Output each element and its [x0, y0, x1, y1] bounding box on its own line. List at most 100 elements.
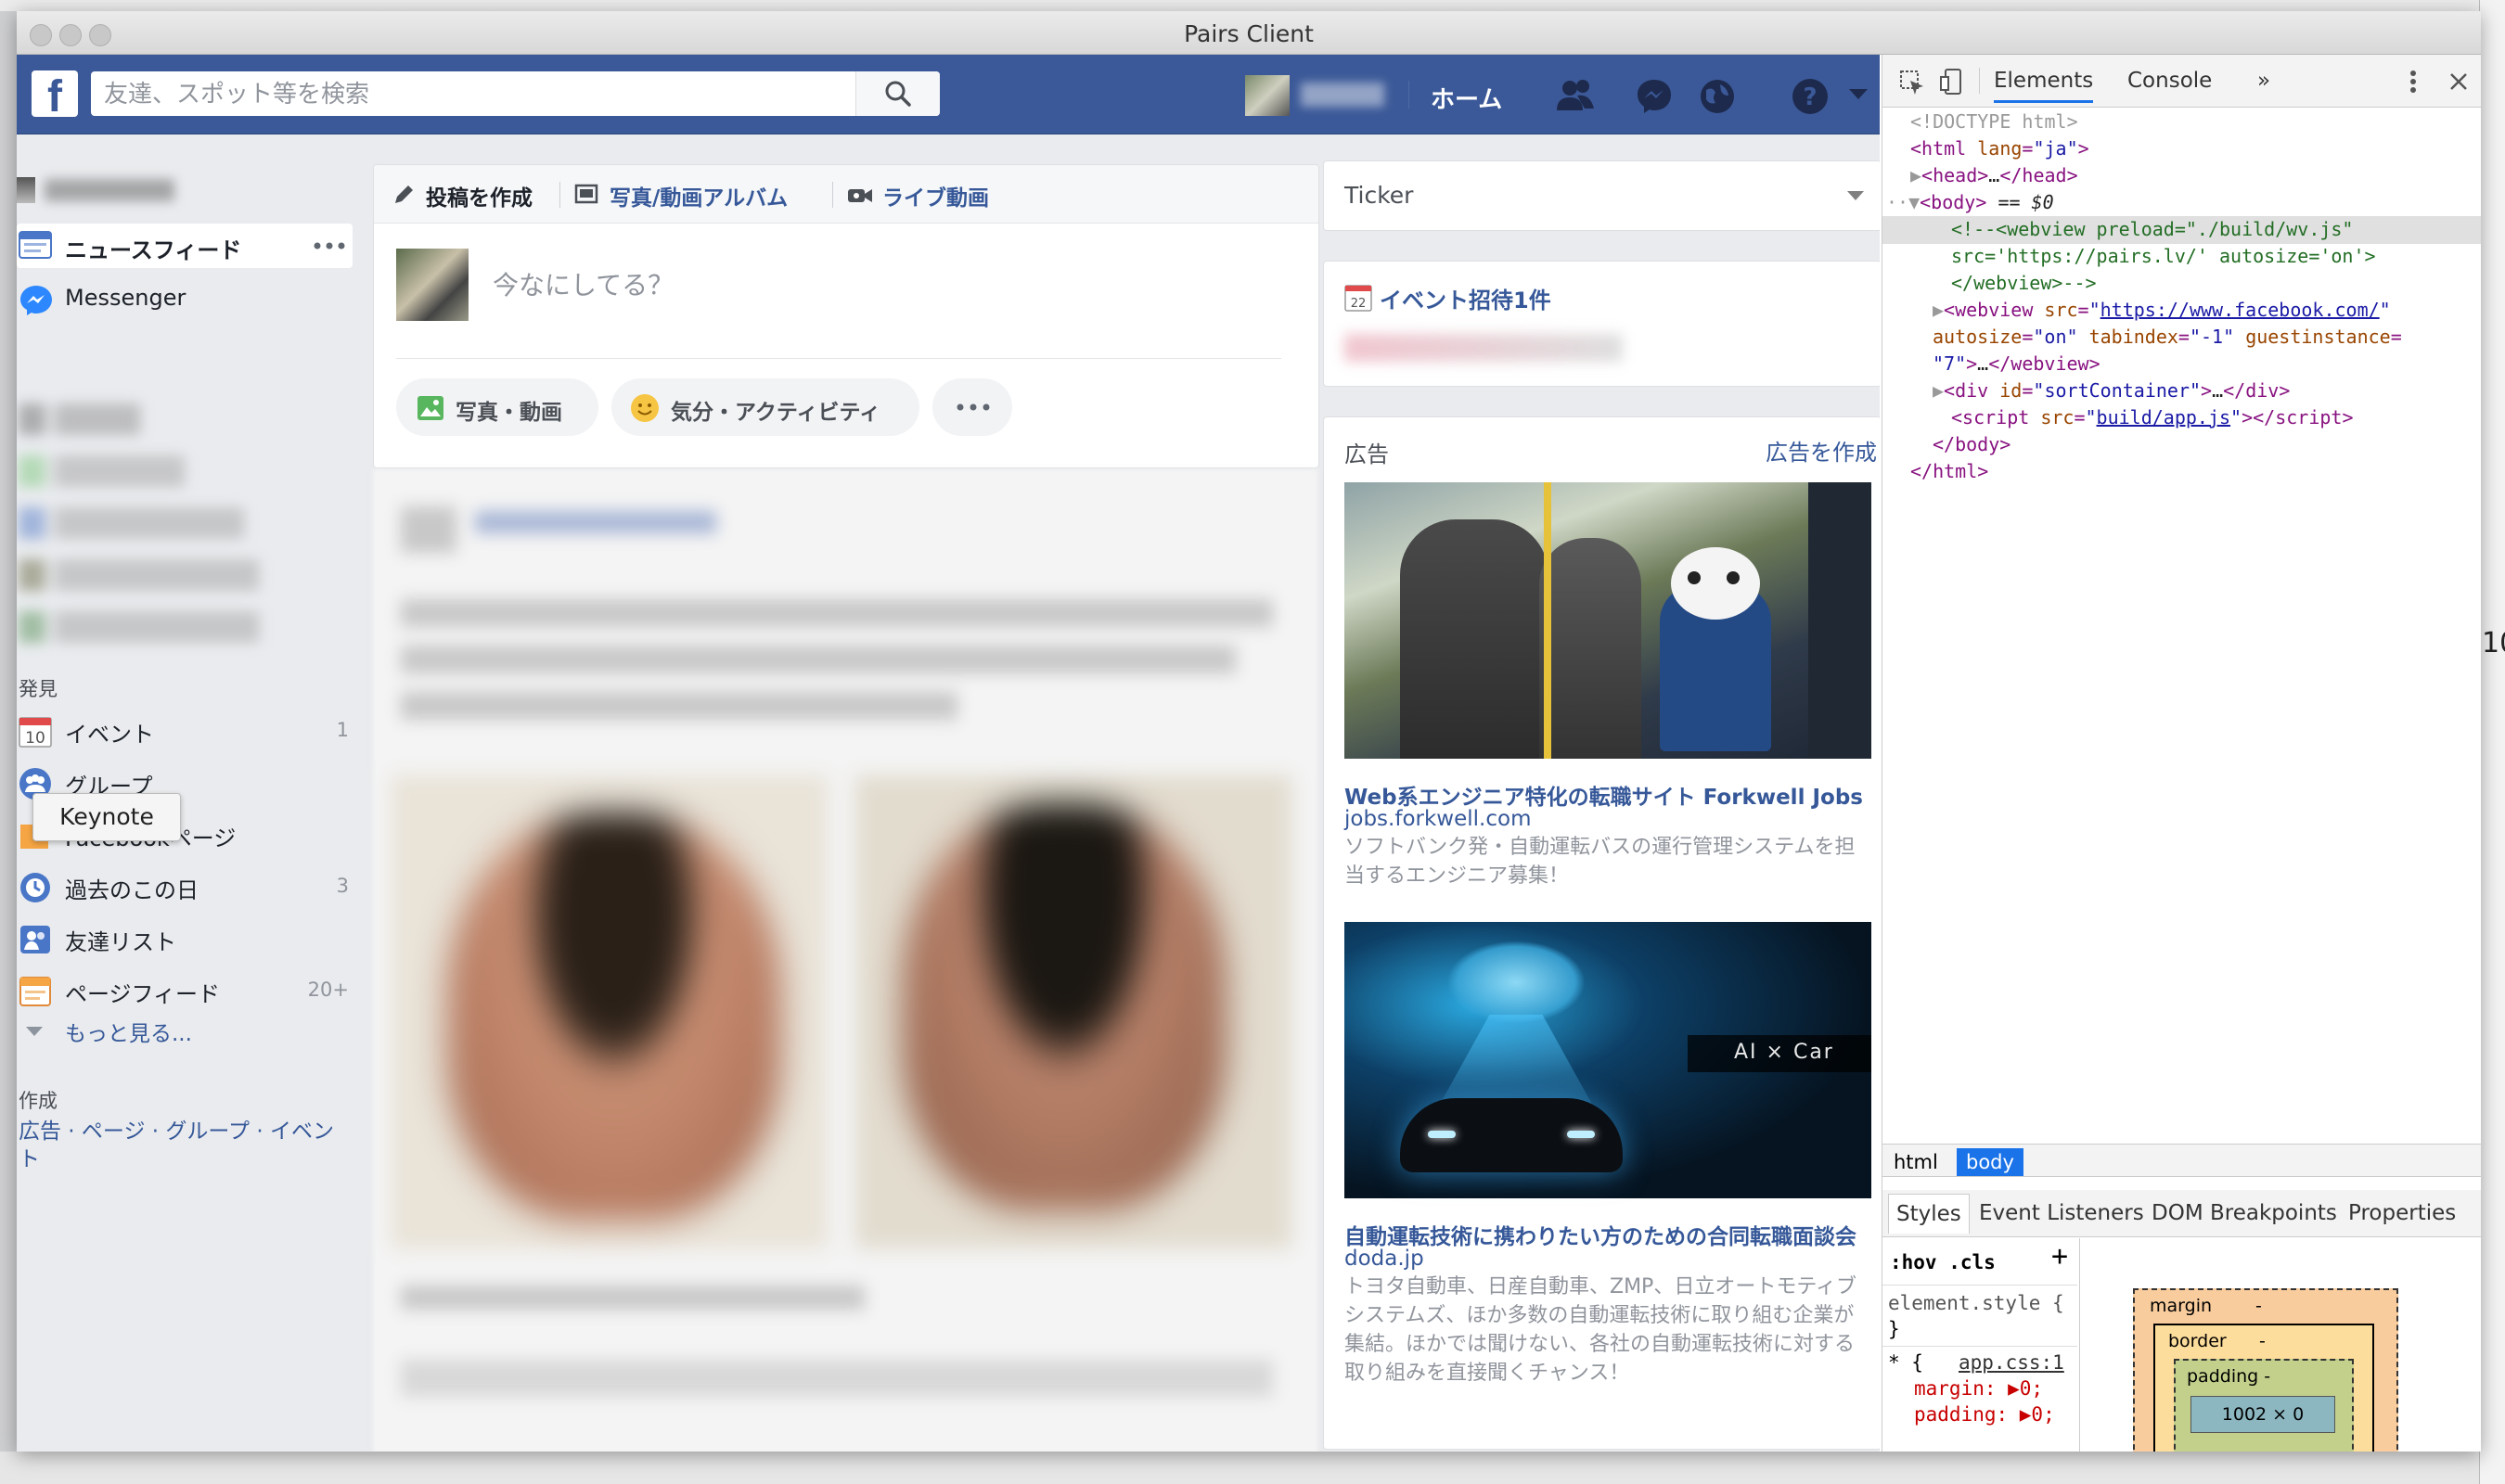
user-avatar-small[interactable] — [17, 177, 35, 203]
search-button[interactable] — [855, 71, 940, 116]
help-icon[interactable]: ? — [1791, 77, 1830, 116]
device-toolbar-icon[interactable] — [1940, 68, 1966, 96]
user-name-blurred[interactable] — [45, 179, 174, 201]
create-links[interactable]: 広告 · ページ · グループ · イベント — [19, 1118, 353, 1173]
friend-requests-icon[interactable] — [1553, 77, 1598, 114]
webview-src-link[interactable]: https://www.facebook.com/ — [2100, 299, 2380, 321]
post-author-avatar — [401, 506, 456, 553]
see-more-link[interactable]: もっと見る... — [65, 1016, 192, 1047]
dom-node-sort-container[interactable]: ▶<div id="sortContainer">…</div> — [1933, 377, 2290, 404]
nav-item-pages-feed[interactable]: ページフィード 20+ — [17, 967, 353, 1012]
facebook-logo[interactable]: f — [32, 70, 78, 117]
headlight — [1428, 1131, 1456, 1138]
blurred-shortcut[interactable] — [19, 455, 315, 487]
tab-dom-breakpoints[interactable]: DOM Breakpoints — [2152, 1201, 2337, 1225]
dom-node-webview[interactable]: ▶<webview src="https://www.facebook.com/… — [1933, 297, 2391, 324]
css-prop-margin[interactable]: margin: ▶0; — [1914, 1375, 2043, 1401]
dom-node-body-close[interactable]: </body> — [1933, 431, 2010, 458]
box-margin-value: - — [2255, 1296, 2262, 1316]
blurred-shortcut[interactable] — [19, 507, 315, 539]
styles-filter-options[interactable]: :hov .cls — [1890, 1249, 1996, 1275]
create-ad-link[interactable]: 広告を作成 — [1766, 434, 1877, 467]
nav-item-on-this-day[interactable]: 過去のこの日 3 — [17, 864, 353, 908]
script-src-link[interactable]: build/app.js — [2097, 406, 2231, 429]
nav-item-events[interactable]: 10 イベント 1 — [17, 708, 353, 752]
ad-description[interactable]: トヨタ自動車、日産自動車、ZMP、日立オートモティブシステムズ、ほか多数の自動運… — [1344, 1273, 1873, 1388]
more-options-icon[interactable] — [314, 242, 345, 249]
chevron-down-icon[interactable] — [1848, 88, 1869, 101]
app-window: Pairs Client f ホーム — [17, 11, 2481, 1452]
post-actions — [401, 1360, 1273, 1397]
breadcrumb-body[interactable]: body — [1957, 1148, 2023, 1176]
add-rule-icon[interactable]: + — [2051, 1243, 2068, 1271]
composer-divider — [396, 358, 1281, 359]
ad-image-robot-bus[interactable] — [1344, 482, 1871, 759]
tab-styles[interactable]: Styles — [1888, 1194, 1970, 1234]
blurred-shortcut[interactable] — [19, 403, 315, 435]
styles-tabs: Styles Event Listeners DOM Breakpoints P… — [1882, 1190, 2481, 1237]
ad-domain[interactable]: doda.jp — [1344, 1247, 1424, 1271]
ad-title[interactable]: Web系エンジニア特化の転職サイト Forkwell Jobs — [1344, 779, 1873, 811]
blurred-shortcut[interactable] — [19, 611, 315, 643]
ticker-box[interactable]: Ticker — [1323, 160, 1880, 231]
ad-description[interactable]: ソフトバンク発・自動運転バスの運行管理システムを担当するエンジニア募集！ — [1344, 833, 1873, 890]
feed-post-blurred[interactable] — [373, 469, 1317, 1452]
status-input[interactable]: 今なにしてる？ — [493, 265, 674, 302]
tab-elements[interactable]: Elements — [1994, 69, 2094, 103]
search-input[interactable] — [91, 71, 867, 118]
doctype-line[interactable]: <!DOCTYPE html> — [1910, 109, 2078, 135]
dom-comment-line[interactable]: <!--<webview preload="./build/wv.js" — [1951, 216, 2353, 243]
box-content-size[interactable]: 1002 × 0 — [2190, 1396, 2335, 1433]
facebook-top-bar: f ホーム — [17, 55, 1880, 134]
desktop-right-edge: 10 — [2479, 0, 2505, 1484]
box-padding-label: padding - — [2187, 1366, 2271, 1387]
tab-live-video[interactable]: ライブ動画 — [882, 180, 989, 211]
nav-item-friend-lists[interactable]: 友達リスト — [17, 915, 353, 960]
nav-item-news-feed[interactable]: ニュースフィード — [17, 224, 353, 268]
more-tabs-button[interactable]: » — [2257, 69, 2270, 93]
event-invites-box[interactable]: 22 イベント招待1件 — [1323, 261, 1880, 387]
chevron-down-icon[interactable] — [1847, 191, 1864, 200]
dom-node-script[interactable]: <script src="build/app.js"></script> — [1951, 404, 2354, 431]
calendar-icon-day: 22 — [1351, 297, 1367, 311]
css-prop-padding[interactable]: padding: ▶0; — [1914, 1401, 2055, 1427]
dom-node-webview-attrs[interactable]: autosize="on" tabindex="-1" guestinstanc… — [1933, 324, 2402, 351]
event-invites-link[interactable]: イベント招待1件 — [1380, 282, 1551, 314]
breadcrumb-html[interactable]: html — [1884, 1148, 1947, 1176]
home-link[interactable]: ホーム — [1431, 81, 1502, 115]
event-invite-blurred[interactable] — [1344, 334, 1623, 362]
dom-node-webview-end[interactable]: "7">…</webview> — [1933, 351, 2100, 377]
ad-domain[interactable]: jobs.forkwell.com — [1344, 807, 1531, 831]
notifications-globe-icon[interactable] — [1698, 77, 1737, 116]
dom-comment-line[interactable]: </webview>--> — [1951, 270, 2097, 297]
tab-event-listeners[interactable]: Event Listeners — [1979, 1201, 2144, 1225]
tab-create-post[interactable]: 投稿を作成 — [426, 180, 533, 211]
rule-source-link[interactable]: app.css:1 — [1959, 1350, 2064, 1375]
nav-item-messenger[interactable]: Messenger — [17, 276, 353, 321]
profile-name-blurred[interactable] — [1301, 83, 1384, 107]
ad-title[interactable]: 自動運転技術に携わりたい方のための合同転職面談会 — [1344, 1219, 1873, 1250]
inspect-element-icon[interactable] — [1899, 70, 1925, 96]
element-style-rule[interactable]: element.style { — [1888, 1290, 2064, 1316]
dom-node-html[interactable]: <html lang="ja"> — [1910, 135, 2089, 162]
feeling-activity-button[interactable]: 気分・アクティビティ — [611, 378, 919, 436]
desktop-edge-text: 10 — [2482, 627, 2505, 659]
dom-node-head[interactable]: ▶<head>…</head> — [1910, 162, 2078, 189]
dom-node-body[interactable]: ··▼<body> == $0 — [1886, 189, 2054, 216]
rule-selector[interactable]: * { — [1888, 1350, 1923, 1375]
kebab-menu-icon[interactable] — [2409, 70, 2417, 94]
blurred-shortcut[interactable] — [19, 559, 315, 591]
post-text-line — [401, 692, 957, 720]
composer-more-button[interactable] — [932, 378, 1012, 436]
dom-node-html-close[interactable]: </html> — [1910, 458, 1988, 485]
ad-image-ai-car[interactable]: AI × Car — [1344, 922, 1871, 1198]
close-icon[interactable] — [2448, 71, 2469, 92]
photo-video-button[interactable]: 写真・動画 — [396, 378, 598, 436]
messenger-icon[interactable] — [1635, 77, 1674, 116]
profile-avatar[interactable] — [1245, 75, 1290, 116]
title-bar[interactable]: Pairs Client — [17, 11, 2481, 55]
tab-properties[interactable]: Properties — [2348, 1201, 2456, 1225]
tab-console[interactable]: Console — [2127, 69, 2212, 93]
tab-photo-album[interactable]: 写真/動画アルバム — [610, 180, 788, 211]
dom-comment-line[interactable]: src='https://pairs.lv/' autosize='on'> — [1951, 243, 2376, 270]
